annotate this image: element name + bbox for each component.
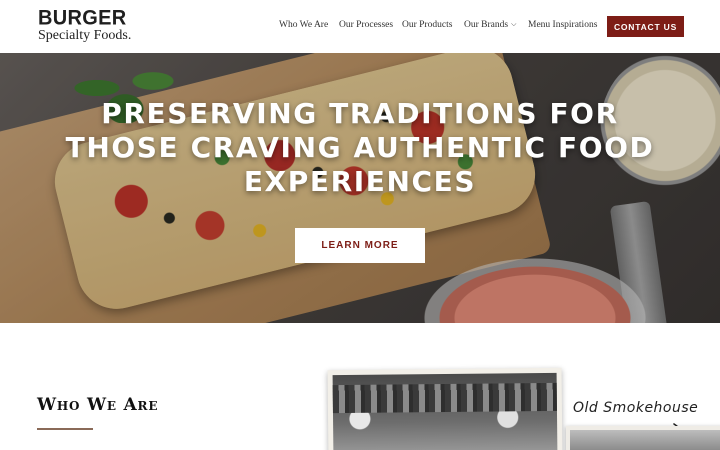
nav-item-our-brands[interactable]: Our Brands ⌵ (464, 20, 516, 30)
smokehouse-photo (566, 426, 720, 450)
brand-logo[interactable]: BURGER Specialty Foods. (38, 6, 138, 45)
site-header: BURGER Specialty Foods. Who We Are Our P… (0, 0, 720, 53)
learn-more-button[interactable]: LEARN MORE (295, 228, 425, 263)
hero-title: PRESERVING TRADITIONS FOR THOSE CRAVING … (65, 97, 655, 198)
section-divider (37, 428, 93, 430)
smokehouse-photo-image (570, 430, 720, 450)
smokehouse-script-caption: Old Smokehouse (573, 400, 699, 416)
nav-item-our-products[interactable]: Our Products (402, 20, 452, 30)
contact-us-button[interactable]: CONTACT US (607, 16, 684, 37)
nav-item-who-we-are[interactable]: Who We Are (279, 20, 328, 30)
chevron-down-icon: ⌵ (511, 20, 517, 28)
logo-tagline: Specialty Foods. (38, 28, 132, 43)
historic-photo-image (332, 372, 558, 450)
logo-wordmark: BURGER (38, 6, 127, 30)
hero-banner: PRESERVING TRADITIONS FOR THOSE CRAVING … (0, 53, 720, 323)
nav-item-our-processes[interactable]: Our Processes (339, 20, 393, 30)
nav-item-menu-inspirations[interactable]: Menu Inspirations (528, 20, 597, 30)
nav-item-our-brands-label: Our Brands (464, 20, 509, 30)
section-title-who-we-are: Who We Are (37, 395, 159, 415)
historic-photo (327, 367, 563, 450)
